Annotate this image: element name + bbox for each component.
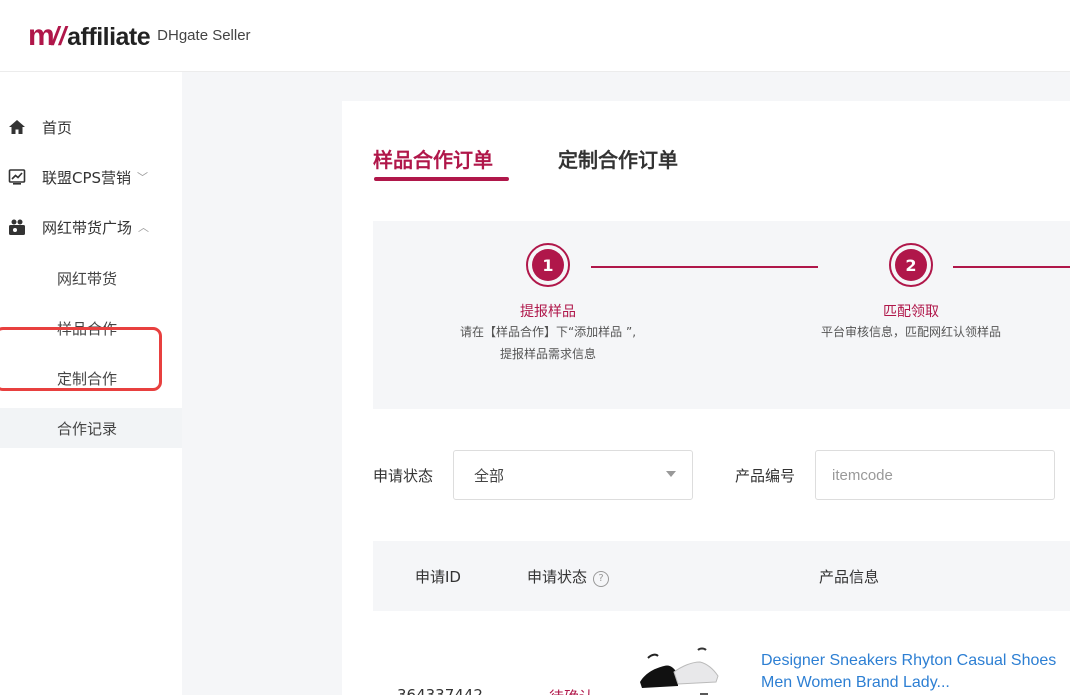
column-header-id: 申请ID — [415, 568, 461, 586]
column-header-product: 产品信息 — [819, 568, 880, 586]
tab-sample-orders[interactable]: 样品合作订单 — [373, 144, 493, 173]
step-connector — [591, 266, 818, 268]
step-connector — [953, 266, 1070, 268]
header-subtitle: DHgate Seller — [157, 27, 251, 44]
step-1-number: 1 — [532, 249, 564, 281]
process-steps: 1 2 提报样品 请在【样品合作】下“添加样品 ”, 提报样品需求信息 匹配领取… — [373, 221, 1070, 409]
chevron-up-icon: ︿ — [138, 221, 150, 234]
help-icon[interactable]: ? — [593, 571, 610, 587]
step-2-title: 匹配领取 — [883, 304, 939, 320]
table-header: 申请ID 申请状态? 产品信息 — [373, 541, 1070, 611]
logo-text: affiliate — [67, 22, 151, 51]
row-status-badge: 待确认 — [549, 686, 594, 695]
step-2-number: 2 — [895, 249, 927, 281]
column-header-status-label: 申请状态 — [527, 568, 588, 586]
active-tab-indicator — [374, 177, 509, 181]
status-select-value: 全部 — [474, 467, 505, 485]
main-card: 样品合作订单 定制合作订单 1 2 提报样品 请在【样品合作】下“添加样品 ”,… — [342, 101, 1070, 695]
status-select[interactable]: 全部 — [453, 450, 693, 500]
step-2-circle: 2 — [889, 243, 933, 287]
tab-custom-orders[interactable]: 定制合作订单 — [558, 144, 678, 173]
product-title-link[interactable]: Designer Sneakers Rhyton Casual Shoes Me… — [761, 650, 1061, 694]
sidebar-subitem-coop-records[interactable]: 合作记录 — [0, 408, 182, 448]
caret-down-icon — [666, 471, 676, 477]
row-application-id: 364337442 — [397, 686, 483, 695]
product-thumbnail[interactable] — [638, 642, 720, 695]
top-header: m // affiliate DHgate Seller — [0, 0, 1070, 72]
influencer-icon — [8, 218, 26, 236]
step-1-desc-line1: 请在【样品合作】下“添加样品 ”, — [459, 325, 637, 339]
logo-mark: m — [28, 18, 55, 52]
sidebar-item-label: 首页 — [42, 118, 73, 137]
itemcode-filter-label: 产品编号 — [735, 467, 796, 485]
itemcode-input[interactable] — [815, 450, 1055, 500]
logo[interactable]: m // affiliate — [28, 18, 151, 53]
status-filter-label: 申请状态 — [373, 467, 434, 485]
sidebar-subitem-influencer-sales[interactable]: 网红带货 — [0, 258, 182, 298]
column-header-status: 申请状态? — [527, 566, 610, 587]
sidebar-item-label: 联盟CPS营销 — [42, 168, 132, 187]
step-1-title: 提报样品 — [520, 304, 576, 320]
logo-slash: // — [51, 20, 67, 51]
chevron-down-icon: ﹀ — [137, 171, 149, 184]
highlight-box — [0, 327, 162, 391]
step-1-desc-line2: 提报样品需求信息 — [499, 347, 596, 361]
sidebar-item-cps[interactable]: 联盟CPS营销 ﹀ — [0, 159, 182, 195]
home-icon — [8, 118, 26, 136]
step-1-circle: 1 — [526, 243, 570, 287]
chart-icon — [8, 168, 26, 186]
sidebar-item-influencer-plaza[interactable]: 网红带货广场 ︿ — [0, 209, 182, 245]
step-2-desc-line1: 平台审核信息，匹配网红认领样品 — [820, 325, 1001, 339]
sidebar-item-label: 网红带货广场 — [42, 218, 133, 237]
sidebar-item-home[interactable]: 首页 — [0, 109, 182, 145]
